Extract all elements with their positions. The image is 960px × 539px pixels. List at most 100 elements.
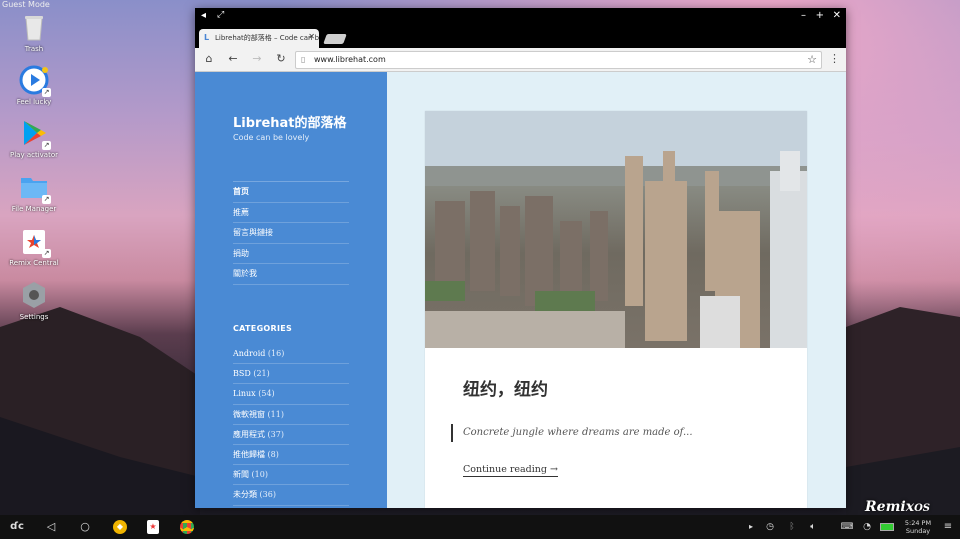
category-item[interactable]: 應用程式 (37) xyxy=(233,425,349,445)
category-name[interactable]: 微軟視窗 xyxy=(233,410,265,419)
nav-item-home[interactable]: 首页 xyxy=(233,182,349,203)
battery-icon[interactable] xyxy=(880,523,894,531)
window-rotate-icon[interactable]: ⤢ xyxy=(217,10,224,20)
desktop-icon-label: Feel lucky xyxy=(16,98,52,106)
window-back-icon[interactable]: ◂ xyxy=(201,10,206,21)
new-tab-button[interactable] xyxy=(323,34,347,44)
continue-reading-link[interactable]: Continue reading → xyxy=(463,464,558,477)
speed-icon[interactable]: ◷ xyxy=(764,520,776,534)
categories-list: Android (16) BSD (21) Linux (54) 微軟視窗 (1… xyxy=(233,344,349,506)
desktop-icon-settings[interactable]: Settings xyxy=(4,280,64,321)
category-name[interactable]: 推他歸檔 xyxy=(233,450,265,459)
nav-item-donate[interactable]: 捐助 xyxy=(233,244,349,264)
category-item[interactable]: 推他歸檔 (8) xyxy=(233,445,349,466)
category-item[interactable]: 微軟視窗 (11) xyxy=(233,405,349,425)
nav-home-icon[interactable]: ○ xyxy=(76,520,94,534)
close-icon[interactable]: ✕ xyxy=(833,10,841,21)
desktop-icon-file-manager[interactable]: ↗ File Manager xyxy=(4,172,64,213)
bookmark-star-icon[interactable]: ☆ xyxy=(807,53,817,66)
web-page: Librehat的部落格 Code can be lovely 首页 推薦 留言… xyxy=(195,72,846,508)
category-count: (36) xyxy=(259,490,276,500)
category-name[interactable]: 新聞 xyxy=(233,470,249,479)
wifi-icon[interactable]: ◔ xyxy=(862,520,872,534)
desktop-icon-label: Trash xyxy=(24,45,44,53)
clock-day: Sunday xyxy=(905,527,931,535)
nav-back-icon[interactable]: ◁ xyxy=(42,520,60,534)
settings-icon xyxy=(19,280,49,310)
home-icon[interactable]: ⌂ xyxy=(201,52,217,65)
category-count: (21) xyxy=(253,369,270,379)
site-description: Code can be lovely xyxy=(233,133,310,142)
forward-icon[interactable]: → xyxy=(249,52,265,65)
tab-strip: L Librehat的部落格 – Code can be lovely ✕ xyxy=(195,26,846,48)
app-lucky-icon[interactable]: ◆ xyxy=(113,520,127,534)
address-bar[interactable]: ▯ www.librehat.com ☆ xyxy=(295,51,822,69)
start-menu-icon[interactable]: ɗc xyxy=(6,520,28,534)
site-title[interactable]: Librehat的部落格 xyxy=(233,112,347,131)
category-name[interactable]: Android xyxy=(233,349,265,358)
taskbar: ɗc ◁ ○ ◆ ★ ▸ ◷ ᛒ 🔈︎ ⌨ ◔ 5:24 PM Sunday ≡ xyxy=(0,515,960,539)
category-count: (8) xyxy=(267,449,279,459)
nav-item-about[interactable]: 關於我 xyxy=(233,264,349,285)
tab-close-icon[interactable]: ✕ xyxy=(308,32,315,41)
category-item[interactable]: Linux (54) xyxy=(233,384,349,405)
tray-expand-icon[interactable]: ▸ xyxy=(746,520,756,534)
blog-post: 纽约，纽约 Concrete jungle where dreams are m… xyxy=(425,111,807,508)
site-sidebar: Librehat的部落格 Code can be lovely 首页 推薦 留言… xyxy=(195,72,387,508)
desktop-icon-label: File Manager xyxy=(11,205,57,213)
clock[interactable]: 5:24 PM Sunday xyxy=(900,519,936,535)
category-name[interactable]: 應用程式 xyxy=(233,430,265,439)
folder-icon: ↗ xyxy=(19,172,51,204)
category-item[interactable]: 未分類 (36) xyxy=(233,485,349,506)
category-item[interactable]: Android (16) xyxy=(233,344,349,365)
play-store-icon: ↗ xyxy=(19,118,51,150)
minimize-icon[interactable]: – xyxy=(801,10,806,21)
category-count: (11) xyxy=(267,409,284,419)
maximize-icon[interactable]: + xyxy=(816,10,824,21)
trash-icon xyxy=(19,12,49,42)
bluetooth-icon[interactable]: ᛒ xyxy=(786,520,798,534)
category-item[interactable]: BSD (21) xyxy=(233,364,349,385)
category-count: (54) xyxy=(258,389,275,399)
category-count: (16) xyxy=(267,349,285,358)
favicon-icon: L xyxy=(204,33,210,42)
reload-icon[interactable]: ↻ xyxy=(273,52,289,65)
category-name[interactable]: BSD xyxy=(233,369,251,378)
page-info-icon: ▯ xyxy=(301,55,306,64)
browser-window: ◂ ⤢ – + ✕ L Librehat的部落格 – Code can be l… xyxy=(195,8,846,508)
post-featured-image[interactable] xyxy=(425,111,807,348)
window-titlebar[interactable]: ◂ ⤢ – + ✕ xyxy=(195,8,846,26)
desktop-icon-label: Settings xyxy=(19,313,49,321)
site-nav: 首页 推薦 留言與鏈接 捐助 關於我 xyxy=(233,181,349,285)
menu-icon[interactable]: ⋮ xyxy=(829,52,840,65)
nav-item-guestbook[interactable]: 留言與鏈接 xyxy=(233,223,349,244)
back-icon[interactable]: ← xyxy=(225,52,241,65)
keyboard-icon[interactable]: ⌨ xyxy=(840,520,854,534)
tab-title: Librehat的部落格 – Code can be lovely xyxy=(215,34,319,42)
category-name[interactable]: Linux xyxy=(233,389,256,398)
desktop-icon-label: Remix Central xyxy=(9,259,59,267)
category-item[interactable]: 新聞 (10) xyxy=(233,465,349,486)
url-text: www.librehat.com xyxy=(314,55,386,64)
browser-toolbar: ⌂ ← → ↻ ▯ www.librehat.com ☆ ⋮ xyxy=(195,48,846,72)
category-name[interactable]: 未分類 xyxy=(233,490,257,499)
desktop-icon-feel-lucky[interactable]: ↗ Feel lucky xyxy=(4,65,64,106)
volume-icon[interactable]: 🔈︎ xyxy=(806,520,820,534)
play-lucky-icon: ↗ xyxy=(19,65,51,97)
guest-mode-label: Guest Mode xyxy=(2,0,50,9)
post-title[interactable]: 纽约，纽约 xyxy=(463,375,548,400)
clock-time: 5:24 PM xyxy=(904,519,932,527)
desktop-icon-label: Play activator xyxy=(10,151,58,159)
app-remix-central-icon[interactable]: ★ xyxy=(147,520,159,534)
desktop-icon-remix-central[interactable]: ↗ Remix Central xyxy=(4,226,64,267)
post-excerpt: Concrete jungle where dreams are made of… xyxy=(451,424,693,442)
remix-central-icon: ↗ xyxy=(19,226,51,258)
nav-item-recommend[interactable]: 推薦 xyxy=(233,203,349,223)
remix-os-logo: RemixOS xyxy=(865,499,930,515)
desktop-icon-trash[interactable]: Trash xyxy=(4,12,64,53)
browser-tab[interactable]: L Librehat的部落格 – Code can be lovely ✕ xyxy=(199,29,319,48)
desktop-icon-play-activator[interactable]: ↗ Play activator xyxy=(4,118,64,159)
app-chrome-icon[interactable] xyxy=(180,520,194,534)
category-count: (37) xyxy=(267,429,284,439)
notifications-icon[interactable]: ≡ xyxy=(942,520,954,534)
